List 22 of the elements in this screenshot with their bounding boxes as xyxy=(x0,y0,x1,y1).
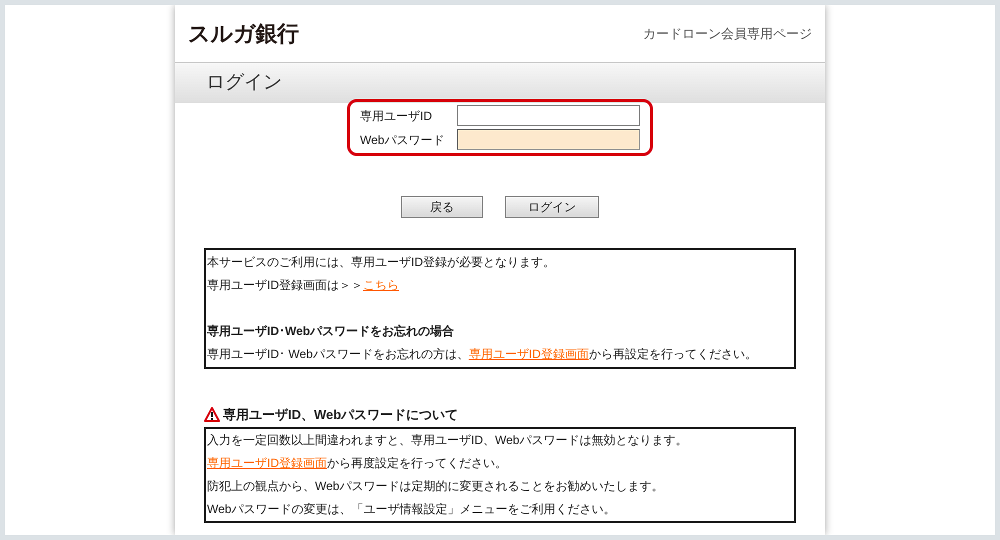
field-label: Webパスワード xyxy=(360,132,444,148)
back-button[interactable]: 戻る xyxy=(401,196,483,218)
notice-text: Webパスワードの変更は、「ユーザ情報設定」メニューをご利用ください。 xyxy=(207,500,616,518)
page-title: ログイン xyxy=(206,70,282,95)
warning-heading: 専用ユーザID、Webパスワードについて xyxy=(223,406,458,424)
notice-text: 本サービスのご利用には、専用ユーザID登録が必要となります。 xyxy=(207,254,556,271)
notice-heading: 専用ユーザID･Webパスワードをお忘れの場合 xyxy=(207,323,456,340)
field-label: 専用ユーザID xyxy=(360,108,432,124)
notice-text: 専用ユーザID登録画面から再度設定を行ってください。 xyxy=(207,454,508,472)
notice-text: 専用ユーザID登録画面は＞＞こちら xyxy=(207,277,400,294)
notice-text: 入力を一定回数以上間違われますと、専用ユーザID、Webパスワードは無効となります。 xyxy=(207,432,688,448)
page-subtitle: カードローン会員専用ページ xyxy=(643,24,812,43)
input-field[interactable] xyxy=(457,129,640,150)
link[interactable]: 専用ユーザID登録画面 xyxy=(468,347,589,361)
link[interactable]: こちら xyxy=(363,278,399,292)
login-button[interactable]: ログイン xyxy=(505,196,599,218)
link[interactable]: 専用ユーザID登録画面 xyxy=(207,456,327,470)
input-field[interactable] xyxy=(457,105,640,126)
notice-text: 専用ユーザID･ Webパスワードをお忘れの方は、専用ユーザID登録画面から再設定を行ってください。 xyxy=(207,346,758,363)
bank-logo: スルガ銀行 xyxy=(188,20,298,48)
notice-text: 防犯上の観点から、Webパスワードは定期的に変更されることをお勧めいたします。 xyxy=(207,478,664,494)
warning-icon xyxy=(204,407,220,422)
